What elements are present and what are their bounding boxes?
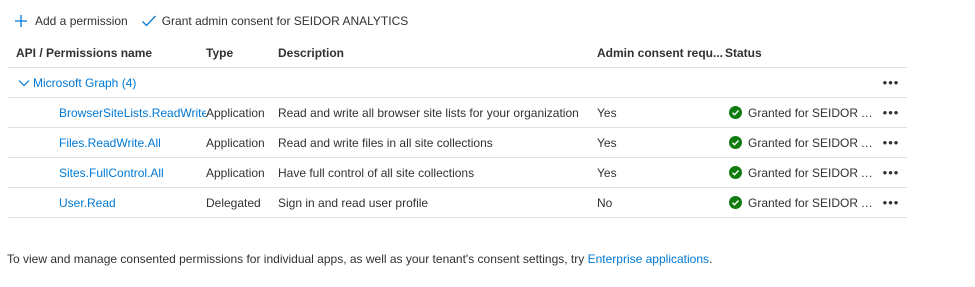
ellipsis-icon: ••• (882, 105, 900, 120)
footer-note: To view and manage consented permissions… (7, 252, 712, 266)
more-actions-button[interactable]: ••• (880, 98, 902, 127)
admin-consent-value: Yes (597, 165, 617, 180)
success-check-icon (729, 166, 742, 179)
permission-link[interactable]: BrowserSiteLists.ReadWrite.A (59, 106, 206, 120)
table-header: API / Permissions name Type Description … (8, 38, 907, 68)
more-actions-button[interactable]: ••• (880, 128, 902, 157)
enterprise-applications-link[interactable]: Enterprise applications (588, 252, 709, 266)
permission-description: Read and write files in all site collect… (278, 135, 493, 150)
permissions-table: API / Permissions name Type Description … (8, 38, 907, 218)
permission-type: Application (206, 165, 265, 180)
ellipsis-icon: ••• (882, 75, 900, 90)
more-actions-button[interactable]: ••• (880, 158, 902, 187)
column-header-admin-consent[interactable]: Admin consent requ... (597, 38, 725, 67)
command-bar: Add a permission Grant admin consent for… (14, 11, 408, 31)
grant-admin-consent-label: Grant admin consent for SEIDOR ANALYTICS (161, 14, 409, 28)
grant-admin-consent-button[interactable]: Grant admin consent for SEIDOR ANALYTICS (141, 14, 409, 28)
more-actions-button[interactable]: ••• (880, 68, 902, 97)
permission-link[interactable]: Files.ReadWrite.All (59, 136, 161, 150)
column-header-status[interactable]: Status (725, 38, 875, 67)
group-label: Microsoft Graph (4) (33, 75, 137, 90)
permission-link[interactable]: User.Read (59, 196, 116, 210)
permission-description: Sign in and read user profile (278, 195, 429, 210)
success-check-icon (729, 136, 742, 149)
more-actions-button[interactable]: ••• (880, 188, 902, 217)
table-row: BrowserSiteLists.ReadWrite.A Application… (8, 98, 907, 128)
admin-consent-value: No (597, 195, 613, 210)
status-text: Granted for SEIDOR AN... (748, 165, 875, 180)
group-toggle[interactable]: Microsoft Graph (4) (18, 68, 318, 97)
chevron-down-icon (18, 77, 30, 89)
add-permission-label: Add a permission (35, 14, 128, 28)
checkmark-icon (141, 14, 156, 28)
status-text: Granted for SEIDOR AN... (748, 135, 875, 150)
table-row: Files.ReadWrite.All Application Read and… (8, 128, 907, 158)
permission-type: Delegated (206, 195, 261, 210)
permission-type: Application (206, 105, 265, 120)
status-text: Granted for SEIDOR AN... (748, 195, 875, 210)
group-row-microsoft-graph: Microsoft Graph (4) ••• (8, 68, 907, 98)
success-check-icon (729, 196, 742, 209)
status-cell: Granted for SEIDOR AN... (725, 158, 875, 187)
table-row: User.Read Delegated Sign in and read use… (8, 188, 907, 218)
ellipsis-icon: ••• (882, 135, 900, 150)
ellipsis-icon: ••• (882, 195, 900, 210)
column-header-description[interactable]: Description (278, 38, 597, 67)
table-row: Sites.FullControl.All Application Have f… (8, 158, 907, 188)
permission-description: Read and write all browser site lists fo… (278, 105, 579, 120)
footer-text: To view and manage consented permissions… (7, 252, 588, 266)
status-cell: Granted for SEIDOR AN... (725, 98, 875, 127)
permission-link[interactable]: Sites.FullControl.All (59, 166, 164, 180)
success-check-icon (729, 106, 742, 119)
status-text: Granted for SEIDOR AN... (748, 105, 875, 120)
column-header-name[interactable]: API / Permissions name (16, 38, 206, 67)
status-cell: Granted for SEIDOR AN... (725, 188, 875, 217)
column-header-type[interactable]: Type (206, 38, 278, 67)
plus-icon (14, 14, 28, 28)
footer-period: . (709, 252, 713, 266)
admin-consent-value: Yes (597, 135, 617, 150)
permission-description: Have full control of all site collection… (278, 165, 475, 180)
ellipsis-icon: ••• (882, 165, 900, 180)
status-cell: Granted for SEIDOR AN... (725, 128, 875, 157)
add-permission-button[interactable]: Add a permission (14, 14, 128, 28)
admin-consent-value: Yes (597, 105, 617, 120)
permission-type: Application (206, 135, 265, 150)
